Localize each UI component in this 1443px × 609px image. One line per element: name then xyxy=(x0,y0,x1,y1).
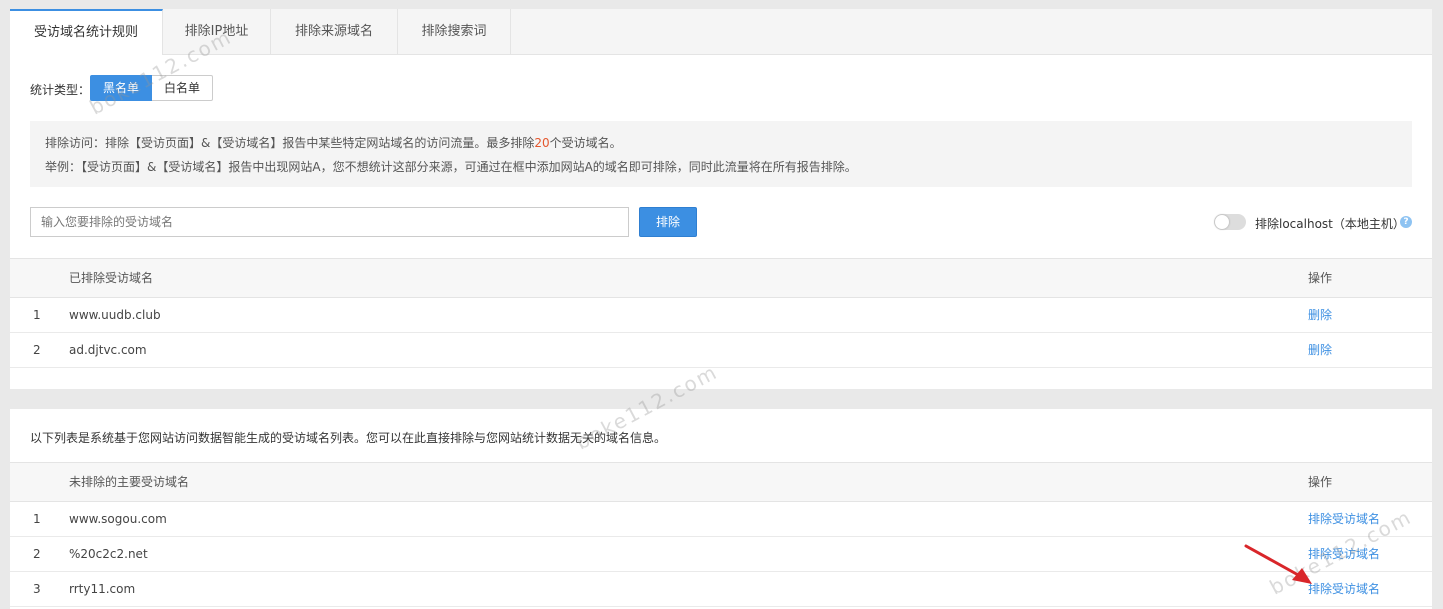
table-row: 1 www.uudb.club 删除 xyxy=(10,298,1432,333)
localhost-toggle-label: 排除localhost（本地主机） xyxy=(1255,217,1405,231)
toggle-knob xyxy=(1215,215,1229,229)
suggestions-description: 以下列表是系统基于您网站访问数据智能生成的受访域名列表。您可以在此直接排除与您网… xyxy=(30,431,667,445)
exclusion-notice: 排除访问：排除【受访页面】&【受访域名】报告中某些特定网站域名的访问流量。最多排… xyxy=(30,121,1412,187)
suggest-table-header: 未排除的主要受访域名 操作 xyxy=(10,462,1432,502)
table-row: 3 rrty11.com 排除受访域名 xyxy=(10,572,1432,607)
help-icon[interactable]: ? xyxy=(1400,216,1412,228)
exclude-domain-link[interactable]: 排除受访域名 xyxy=(1308,502,1380,536)
column-header: 操作 xyxy=(1308,475,1333,489)
tab-exclude-ip[interactable]: 排除IP地址 xyxy=(163,9,271,54)
table-row: 1 www.sogou.com 排除受访域名 xyxy=(10,502,1432,537)
blacklist-option[interactable]: 黑名单 xyxy=(90,75,152,101)
row-index: 1 xyxy=(33,512,41,526)
domain-cell: rrty11.com xyxy=(69,582,136,596)
tab-exclude-keywords[interactable]: 排除搜索词 xyxy=(398,9,511,54)
notice-line-2: 举例：【受访页面】&【受访域名】报告中出现网站A，您不想统计这部分来源，可通过在… xyxy=(45,160,857,174)
domain-cell: %20c2c2.net xyxy=(69,547,148,561)
row-index: 3 xyxy=(33,582,41,596)
rules-panel: 受访域名统计规则 排除IP地址 排除来源域名 排除搜索词 统计类型： 黑名单 白… xyxy=(10,9,1432,389)
annotation-arrow-icon xyxy=(1244,544,1312,584)
tab-exclude-source-domain[interactable]: 排除来源域名 xyxy=(271,9,398,54)
exclude-domain-input[interactable] xyxy=(30,207,629,237)
delete-link[interactable]: 删除 xyxy=(1308,298,1332,332)
tab-visited-domain-rules[interactable]: 受访域名统计规则 xyxy=(10,9,163,55)
domain-cell: www.uudb.club xyxy=(69,308,161,322)
domain-cell: ad.djtvc.com xyxy=(69,343,147,357)
localhost-toggle[interactable] xyxy=(1214,214,1246,230)
exclude-button[interactable]: 排除 xyxy=(639,207,697,237)
column-header: 已排除受访域名 xyxy=(69,271,154,285)
table-row: 2 %20c2c2.net 排除受访域名 xyxy=(10,537,1432,572)
row-index: 1 xyxy=(33,308,41,322)
whitelist-option[interactable]: 白名单 xyxy=(152,75,213,101)
delete-link[interactable]: 删除 xyxy=(1308,333,1332,367)
table-row: 2 ad.djtvc.com 删除 xyxy=(10,333,1432,368)
stat-type-label: 统计类型： xyxy=(30,83,91,97)
column-header: 未排除的主要受访域名 xyxy=(69,475,190,489)
domain-cell: www.sogou.com xyxy=(69,512,167,526)
excluded-table-header: 已排除受访域名 操作 xyxy=(10,258,1432,298)
column-header: 操作 xyxy=(1308,271,1333,285)
row-index: 2 xyxy=(33,343,41,357)
tab-bar: 受访域名统计规则 排除IP地址 排除来源域名 排除搜索词 xyxy=(10,9,1432,55)
row-index: 2 xyxy=(33,547,41,561)
suggestions-panel: 以下列表是系统基于您网站访问数据智能生成的受访域名列表。您可以在此直接排除与您网… xyxy=(10,409,1432,609)
notice-line-1: 排除访问：排除【受访页面】&【受访域名】报告中某些特定网站域名的访问流量。最多排… xyxy=(45,136,622,150)
max-count: 20 xyxy=(534,136,550,150)
